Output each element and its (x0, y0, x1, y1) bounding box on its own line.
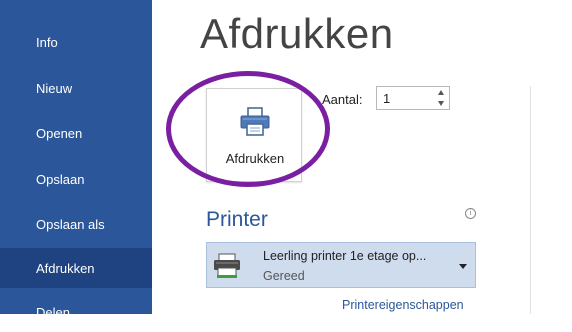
page-title: Afdrukken (200, 10, 394, 57)
backstage-sidebar: Info Nieuw Openen Opslaan Opslaan als Af… (0, 0, 152, 320)
printer-properties-link[interactable]: Printereigenschappen (342, 298, 464, 312)
spin-up-icon[interactable] (438, 90, 444, 95)
sidebar-item-label: Opslaan (36, 171, 85, 187)
print-panel: Afdrukken Afdrukken Aantal: 1 Printer i (152, 0, 572, 314)
printer-device-icon (213, 253, 241, 284)
printer-dropdown[interactable]: Leerling printer 1e etage op... Gereed (206, 242, 476, 288)
sidebar-item-delen[interactable]: Delen (0, 292, 152, 332)
printer-icon (239, 107, 271, 142)
spin-down-icon[interactable] (438, 101, 444, 106)
sidebar-item-label: Nieuw (36, 80, 73, 96)
sidebar-item-label: Opslaan als (36, 216, 105, 232)
copies-spinner[interactable] (436, 90, 446, 106)
sidebar-item-label: Delen (36, 304, 70, 320)
panel-divider (530, 86, 531, 314)
print-button[interactable]: Afdrukken (206, 88, 302, 182)
printer-status: Gereed (263, 269, 305, 283)
copies-value: 1 (383, 90, 391, 106)
printer-name: Leerling printer 1e etage op... (263, 249, 427, 263)
sidebar-item-label: Info (36, 34, 58, 50)
info-icon[interactable]: i (465, 208, 476, 219)
sidebar-item-opslaan-als[interactable]: Opslaan als (0, 204, 152, 244)
copies-stepper[interactable]: 1 (376, 86, 450, 110)
print-button-label: Afdrukken (225, 151, 285, 166)
printer-section-title: Printer (206, 208, 268, 231)
chevron-down-icon (459, 264, 467, 269)
sidebar-item-opslaan[interactable]: Opslaan (0, 159, 152, 199)
sidebar-item-afdrukken[interactable]: Afdrukken (0, 248, 152, 288)
sidebar-item-info[interactable]: Info (0, 22, 152, 62)
sidebar-item-nieuw[interactable]: Nieuw (0, 68, 152, 108)
sidebar-item-label: Afdrukken (36, 260, 95, 276)
copies-label: Aantal: (322, 92, 363, 107)
sidebar-item-label: Openen (36, 125, 83, 141)
sidebar-item-openen[interactable]: Openen (0, 113, 152, 153)
